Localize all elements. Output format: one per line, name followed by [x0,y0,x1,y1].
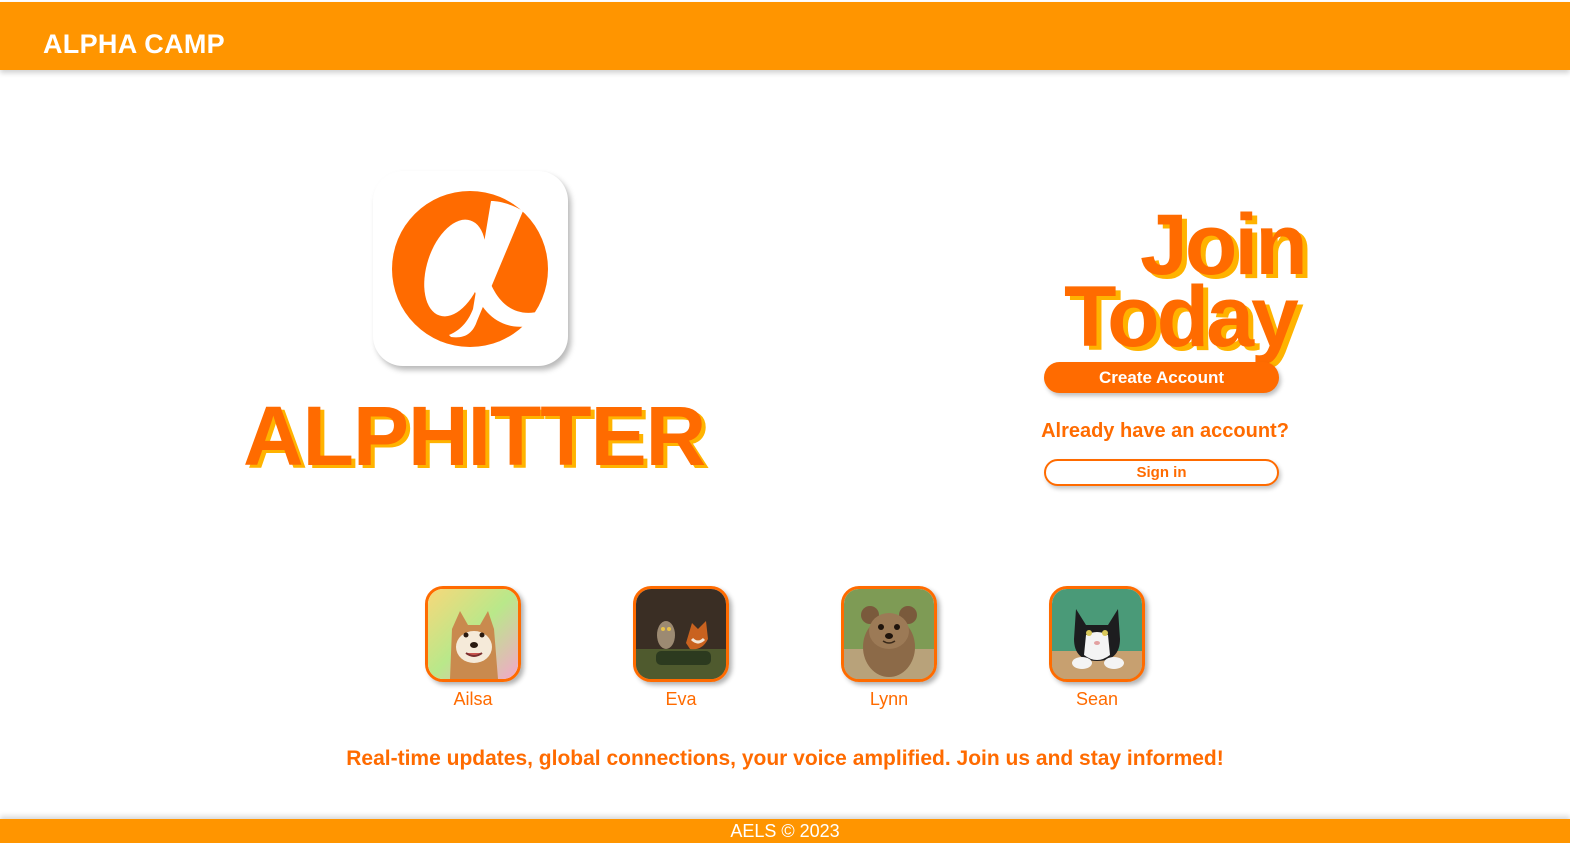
member-name: Lynn [869,689,909,709]
member-card-sean: Sean [1037,586,1157,710]
owl-and-fox-avatar[interactable] [633,586,729,682]
top-navbar: ALPHA CAMP [0,2,1570,70]
shiba-dog-avatar[interactable] [425,586,521,682]
footer-bar: AELS © 2023 [0,819,1570,843]
alpha-logo-icon [392,191,548,347]
app-name-title: ALPHITTER [243,389,706,483]
member-card-ailsa: Ailsa [413,586,533,710]
member-card-eva: Eva [621,586,741,710]
brand-link[interactable]: ALPHA CAMP [43,29,225,60]
cat-avatar[interactable] [1049,586,1145,682]
member-name: Eva [665,689,697,709]
already-have-account-text: Already have an account? [1041,420,1289,442]
member-name: Sean [1075,689,1119,709]
member-card-lynn: Lynn [829,586,949,710]
sign-in-button[interactable]: Sign in [1044,459,1279,486]
join-heading-line2: Today [1064,269,1299,365]
member-name: Ailsa [453,689,493,709]
tagline-text: Real-time updates, global connections, y… [346,747,1224,770]
app-logo [373,171,568,366]
copyright-text: AELS © 2023 [730,821,840,841]
create-account-button[interactable]: Create Account [1044,362,1279,393]
quokka-avatar[interactable] [841,586,937,682]
